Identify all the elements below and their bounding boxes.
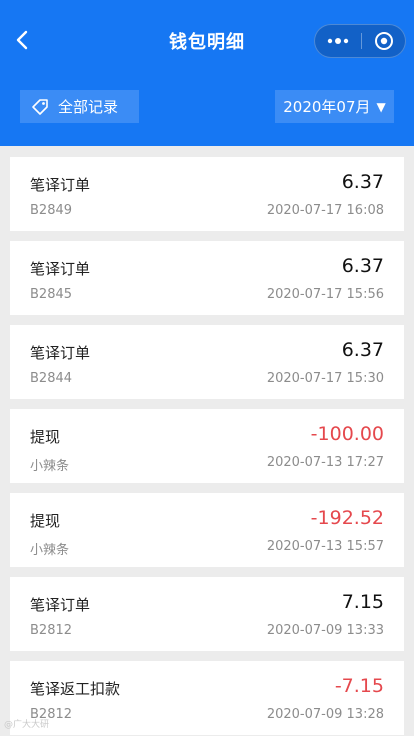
header-bar: 钱包明细 全部记录 2020年07月 ▼ — [0, 0, 414, 146]
month-selector[interactable]: 2020年07月 ▼ — [275, 90, 394, 123]
month-label: 2020年07月 — [283, 98, 371, 116]
record-type: 笔译订单 — [30, 176, 91, 194]
record-time: 2020-07-13 17:27 — [266, 455, 384, 470]
record-type: 笔译订单 — [30, 596, 91, 614]
record-item[interactable]: 提现小辣条 -100.00 2020-07-13 17:27 — [10, 409, 404, 483]
record-time: 2020-07-13 15:57 — [266, 539, 384, 554]
record-item[interactable]: 笔译返工扣款 B2812 -7.15 2020-07-09 13:28 — [10, 661, 404, 735]
record-time: 2020-07-09 13:28 — [266, 707, 384, 722]
record-amount: 6.37 — [341, 255, 384, 277]
caret-down-icon: ▼ — [376, 99, 386, 114]
record-time: 2020-07-17 16:08 — [266, 203, 384, 218]
record-time: 2020-07-17 15:30 — [266, 371, 384, 386]
record-reference: B2849 — [30, 203, 73, 218]
miniprogram-capsule — [314, 24, 406, 58]
record-list: 笔译订单 B2849 6.37 2020-07-17 16:08 笔译订单 B2845 6.… — [10, 157, 404, 736]
record-amount: 6.37 — [341, 339, 384, 361]
close-button[interactable] — [362, 25, 406, 57]
filter-all-records-button[interactable]: 全部记录 — [20, 90, 139, 123]
target-circle-icon — [375, 32, 393, 50]
record-item[interactable]: 笔译订单 B2844 6.37 2020-07-17 15:30 — [10, 325, 404, 399]
record-reference: B2844 — [30, 371, 73, 386]
record-reference: 小辣条 — [30, 459, 70, 474]
record-reference: B2845 — [30, 287, 73, 302]
record-amount: 7.15 — [341, 591, 384, 613]
record-time: 2020-07-09 13:33 — [266, 623, 384, 638]
nav-bar: 钱包明细 — [0, 22, 414, 58]
record-type: 提现 — [30, 428, 61, 446]
record-item[interactable]: 笔译订单 B2845 6.37 2020-07-17 15:56 — [10, 241, 404, 315]
record-reference: 小辣条 — [30, 543, 70, 558]
more-button[interactable] — [315, 25, 361, 57]
record-reference: B2812 — [30, 623, 73, 638]
record-amount: 6.37 — [341, 171, 384, 193]
filter-label: 全部记录 — [58, 98, 119, 116]
record-amount: -7.15 — [334, 675, 384, 697]
tag-icon — [32, 98, 48, 115]
record-type: 笔译订单 — [30, 344, 91, 362]
record-item[interactable]: 笔译订单 B2812 7.15 2020-07-09 13:33 — [10, 577, 404, 651]
record-item[interactable]: 笔译订单 B2849 6.37 2020-07-17 16:08 — [10, 157, 404, 231]
watermark: @广大大研 — [4, 720, 50, 730]
record-type: 笔译订单 — [30, 260, 91, 278]
record-time: 2020-07-17 15:56 — [266, 287, 384, 302]
record-type: 笔译返工扣款 — [30, 680, 121, 698]
record-amount: -100.00 — [310, 423, 384, 445]
record-amount: -192.52 — [310, 507, 384, 529]
more-dots-icon — [327, 38, 349, 44]
record-item[interactable]: 提现小辣条 -192.52 2020-07-13 15:57 — [10, 493, 404, 567]
record-type: 提现 — [30, 512, 61, 530]
